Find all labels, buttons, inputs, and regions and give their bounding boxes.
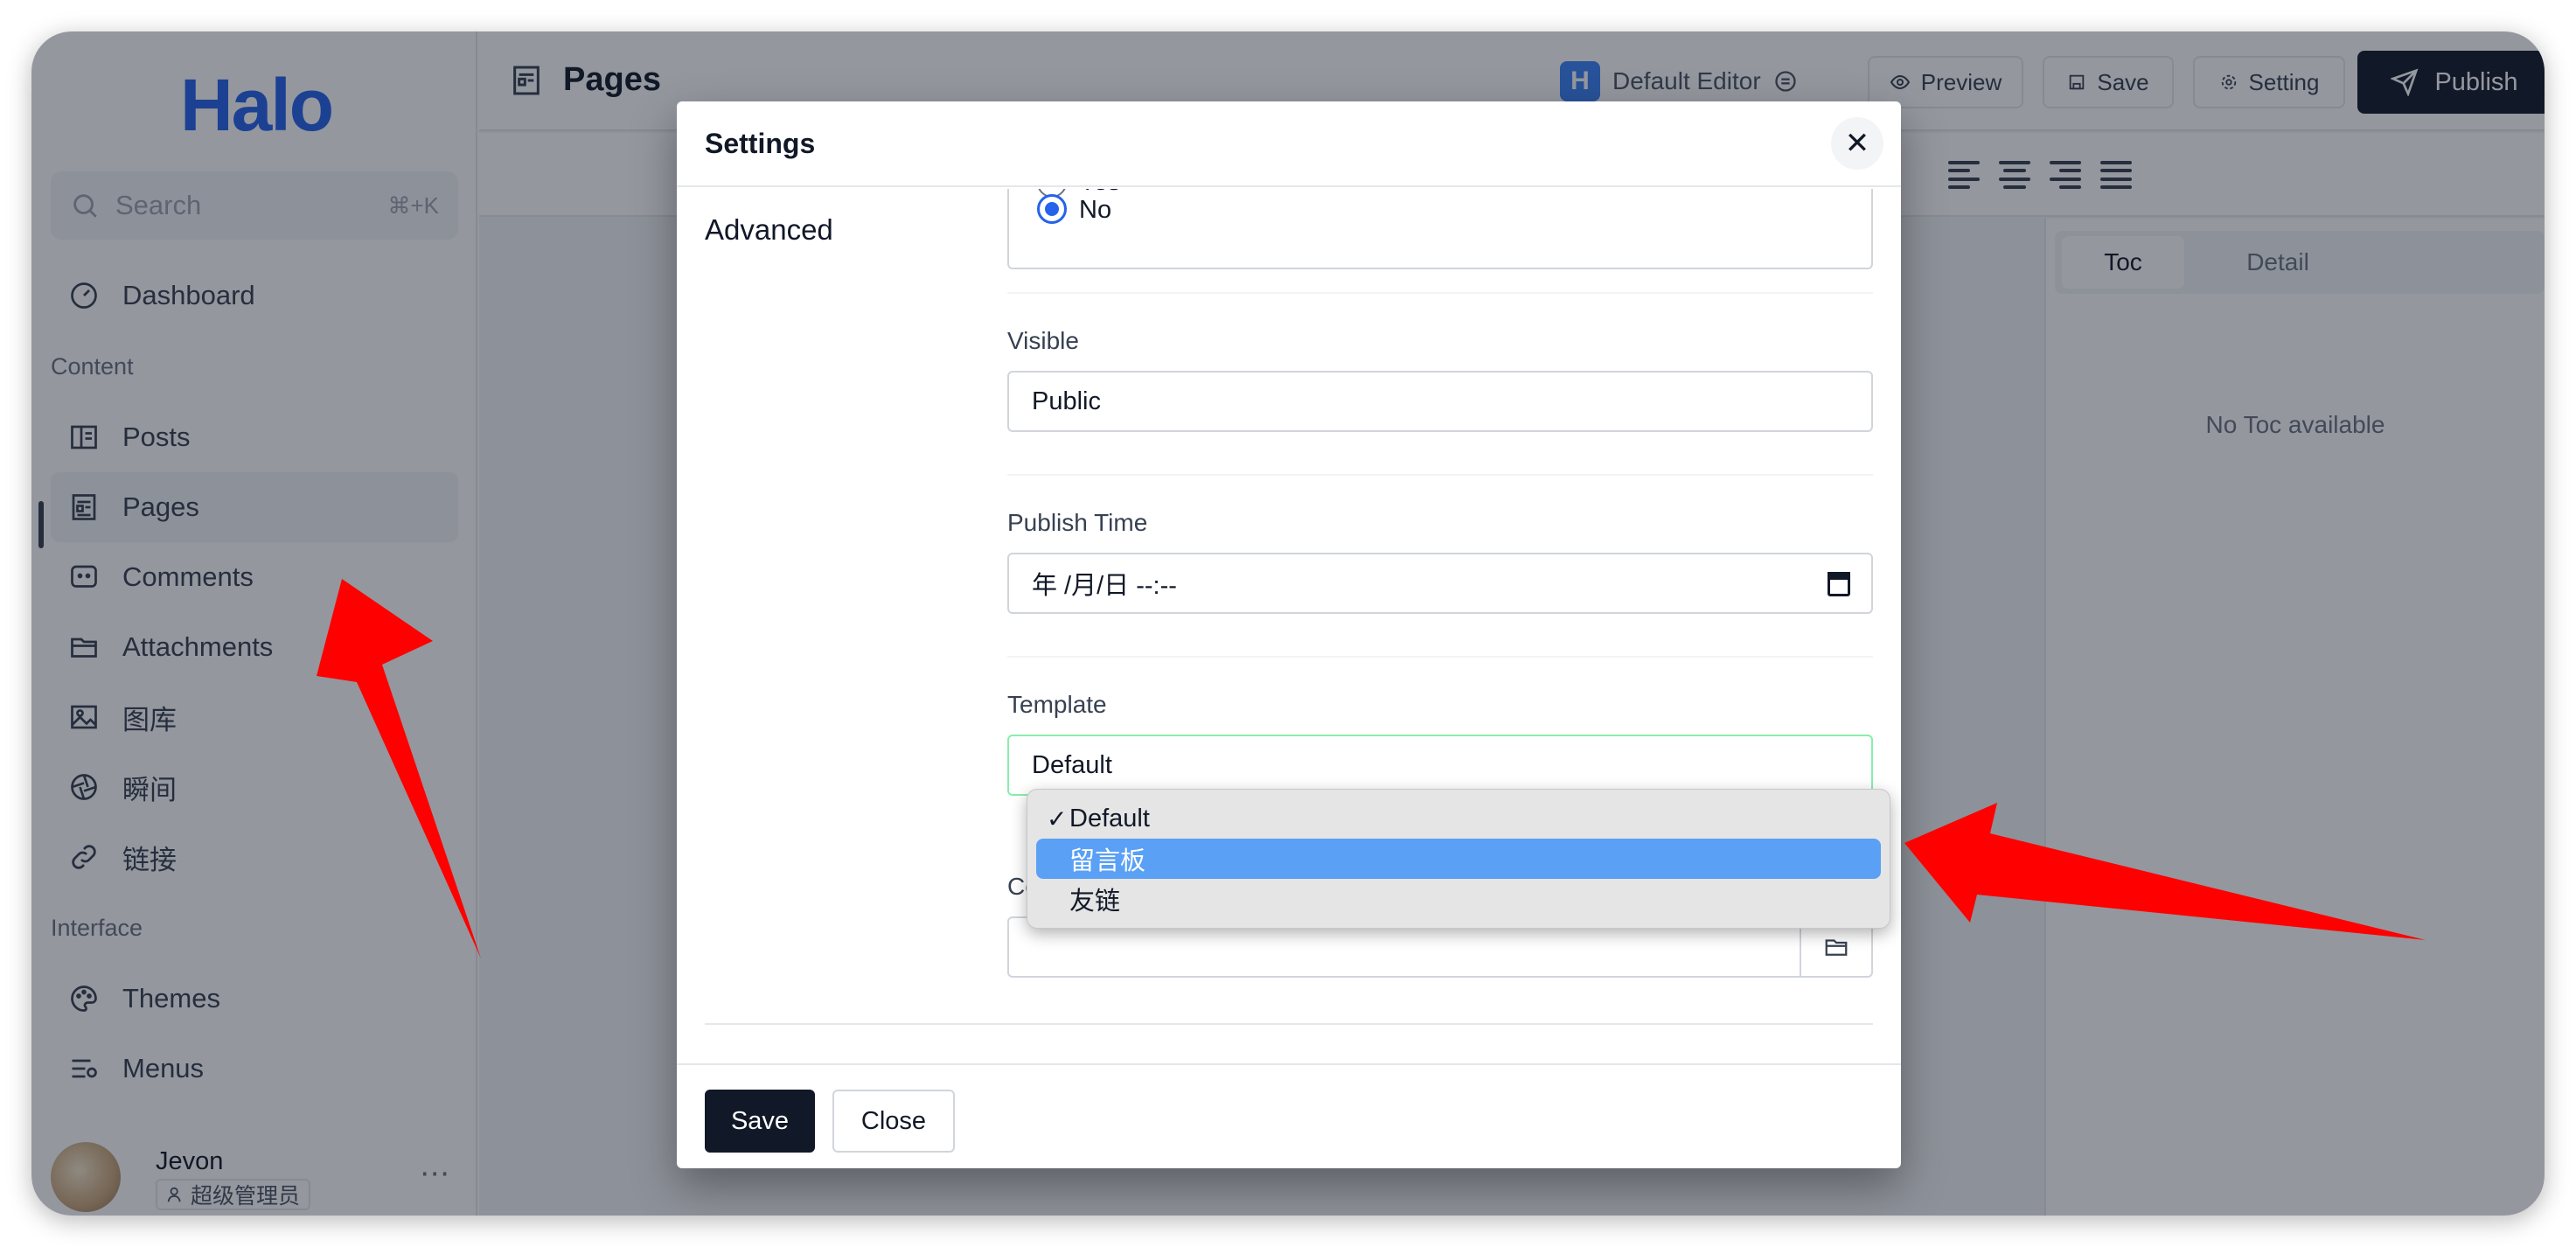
visible-label: Visible <box>1007 327 1079 354</box>
modal-save-button[interactable]: Save <box>705 1090 815 1153</box>
app-root: Halo Search ⌘+K Dashboard Content Posts … <box>31 31 2545 1216</box>
calendar-icon[interactable] <box>1828 572 1850 596</box>
option-default[interactable]: ✓ Default <box>1036 798 1881 839</box>
template-dropdown: ✓ Default 留言板 友链 <box>1027 789 1890 929</box>
publish-time-input[interactable]: 年 /月/日 --:-- <box>1007 553 1873 614</box>
visible-select[interactable]: Public <box>1007 371 1873 432</box>
modal-header: Settings ✕ <box>677 101 1901 187</box>
radio-no[interactable] <box>1037 194 1067 224</box>
modal-footer: Save Close <box>677 1063 1901 1168</box>
option-label: 留言板 <box>1069 847 1146 875</box>
option-label: Default <box>1069 804 1150 832</box>
option-label: 友链 <box>1069 888 1121 916</box>
modal-body: Advanced Yes No Visible Public Publish T… <box>677 189 1901 1063</box>
option-guestbook[interactable]: 留言板 <box>1036 839 1881 879</box>
divider <box>1007 474 1873 476</box>
divider <box>1007 656 1873 658</box>
close-icon[interactable]: ✕ <box>1831 117 1883 170</box>
divider <box>705 1023 1873 1025</box>
template-value: Default <box>1032 750 1112 779</box>
modal-title: Settings <box>705 128 816 159</box>
divider <box>1007 292 1873 294</box>
section-title: Advanced <box>705 213 833 246</box>
radio-no-label: No <box>1079 196 1112 224</box>
settings-modal: Settings ✕ Advanced Yes No Visible Publi… <box>677 101 1901 1168</box>
option-friend-links[interactable]: 友链 <box>1036 879 1881 919</box>
modal-close-button[interactable]: Close <box>832 1090 955 1153</box>
template-label: Template <box>1007 691 1107 718</box>
folder-icon <box>1823 934 1849 960</box>
template-select[interactable]: Default <box>1007 735 1873 796</box>
radio-group: Yes No <box>1007 189 1873 269</box>
app-window: Halo Search ⌘+K Dashboard Content Posts … <box>31 31 2545 1216</box>
publish-time-value: 年 /月/日 --:-- <box>1032 572 1177 600</box>
publish-time-label: Publish Time <box>1007 509 1148 536</box>
visible-value: Public <box>1032 387 1101 415</box>
check-icon: ✓ <box>1047 805 1068 832</box>
